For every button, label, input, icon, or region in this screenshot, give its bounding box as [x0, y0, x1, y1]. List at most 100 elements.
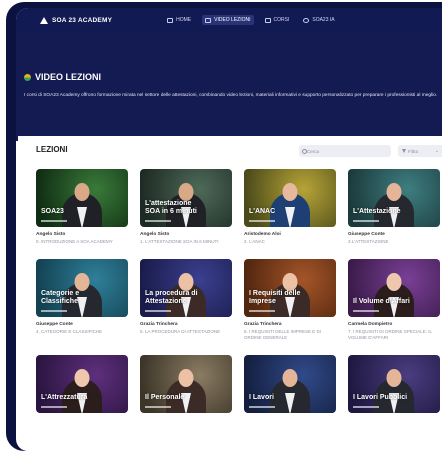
instructor-head — [282, 369, 298, 387]
lesson-author: Giuseppe Conte — [348, 232, 385, 237]
brand-logo[interactable]: SOA 23 ACADEMY — [40, 16, 113, 24]
thumbnail-subline — [353, 220, 379, 222]
lesson-card[interactable]: I Lavori Pubblici — [348, 355, 440, 418]
page-title-text: VIDEO LEZIONI — [35, 72, 102, 82]
filter-dropdown[interactable]: Filtra ⌄ — [398, 145, 442, 157]
lesson-card[interactable]: Il Personale — [140, 355, 232, 418]
home-icon — [167, 17, 174, 23]
thumbnail-subline — [353, 310, 379, 312]
main-nav: HOME VIDEO LEZIONI CORSI SOA23 IA — [164, 15, 337, 25]
nav-soa23-ia[interactable]: SOA23 IA — [300, 15, 337, 25]
lesson-thumbnail[interactable]: I Requisiti delle Imprese — [244, 259, 336, 317]
lesson-title: 7. I REQUISITI DI ORDINE SPECIALE: IL VO… — [348, 329, 432, 340]
nav-corsi-label: CORSI — [273, 17, 290, 23]
lesson-author: Angelo Sisto — [140, 232, 170, 237]
top-navigation-bar: SOA 23 ACADEMY HOME VIDEO LEZIONI CORSI — [16, 8, 442, 32]
lesson-author: Aristodemo Aloi — [244, 232, 281, 237]
lesson-thumbnail[interactable]: La procedura di Attestazione — [140, 259, 232, 317]
lesson-thumbnail[interactable]: Categorie e Classifiche — [36, 259, 128, 317]
instructor-head — [282, 273, 298, 291]
thumbnail-subline — [145, 406, 171, 408]
globe-icon — [303, 17, 310, 23]
thumbnail-subline — [249, 220, 275, 222]
thumbnail-title: I Requisiti delle Imprese — [249, 290, 301, 305]
lesson-thumbnail[interactable]: Il Volume d'Affari — [348, 259, 440, 317]
instructor-head — [74, 273, 90, 291]
lesson-card[interactable]: Categorie e Classifiche Giuseppe Conte 4… — [36, 259, 128, 341]
thumbnail-subline — [353, 406, 379, 408]
search-input[interactable]: Cerca — [299, 145, 391, 157]
instructor-head — [178, 273, 194, 291]
filter-label: Filtra — [408, 148, 418, 154]
lesson-card[interactable]: I Requisiti delle Imprese Grazia Trinche… — [244, 259, 336, 341]
instructor-head — [386, 369, 402, 387]
app-screen: SOA 23 ACADEMY HOME VIDEO LEZIONI CORSI — [16, 8, 442, 451]
nav-home-label: HOME — [176, 17, 192, 23]
brand-logo-icon — [40, 16, 48, 24]
nav-video-lezioni-label: VIDEO LEZIONI — [214, 17, 251, 23]
lesson-card[interactable]: L'Attrezzatura — [36, 355, 128, 418]
lesson-card[interactable]: SOA23 Angelo Sisto 0. INTRODUZIONE A SOA… — [36, 169, 128, 245]
filter-icon — [402, 149, 406, 153]
instructor-head — [178, 183, 194, 201]
thumbnail-title: I Lavori — [249, 393, 274, 401]
nav-home[interactable]: HOME — [164, 15, 194, 25]
nav-soa23-ia-label: SOA23 IA — [312, 17, 335, 23]
thumbnail-title: L'Attrezzatura — [41, 393, 88, 401]
lesson-card[interactable]: L'attestazione SOA in 6 minuti Angelo Si… — [140, 169, 232, 245]
thumbnail-subline — [41, 310, 67, 312]
lesson-thumbnail[interactable]: L'attestazione SOA in 6 minuti — [140, 169, 232, 227]
lesson-card[interactable]: L'ANAC Aristodemo Aloi 2. L'ANAC — [244, 169, 336, 245]
lesson-title: 5. LA PROCEDURA DI ATTESTAZIONE — [140, 329, 221, 334]
search-placeholder: Cerca — [307, 148, 320, 154]
lesson-card[interactable]: L'Attestazione Giuseppe Conte 3.L'ATTEST… — [348, 169, 440, 245]
lesson-title: 2. L'ANAC — [244, 239, 265, 244]
lesson-thumbnail[interactable]: L'Attestazione — [348, 169, 440, 227]
lesson-title: 0. INTRODUZIONE A SOA ACADEMY — [36, 239, 113, 244]
lessons-panel: LEZIONI Cerca Filtra ⌄ SOA23 Angelo Sist… — [18, 136, 442, 451]
lesson-card[interactable]: I Lavori — [244, 355, 336, 418]
thumbnail-title: Il Volume d'Affari — [353, 297, 410, 305]
search-icon — [302, 149, 307, 154]
instructor-head — [178, 369, 194, 387]
lesson-title: 1. L'ATTESTAZIONE SOA IN 6 MINUTI — [140, 239, 219, 244]
thumbnail-subline — [41, 406, 67, 408]
lesson-thumbnail[interactable]: I Lavori Pubblici — [348, 355, 440, 413]
monitor-icon — [264, 17, 271, 23]
thumbnail-title: I Lavori Pubblici — [353, 393, 408, 401]
chevron-down-icon: ⌄ — [434, 148, 439, 154]
page-title: VIDEO LEZIONI — [24, 72, 101, 82]
thumbnail-title: Il Personale — [145, 393, 185, 401]
thumbnail-subline — [41, 220, 67, 222]
lesson-author: Angelo Sisto — [36, 232, 66, 237]
thumbnail-subline — [145, 310, 171, 312]
lesson-title: 6. I REQUISITI DELLE IMPRESE E DI ORDINE… — [244, 329, 322, 340]
lesson-card[interactable]: Il Volume d'Affari Carmela Dompietro 7. … — [348, 259, 440, 341]
lesson-grid: SOA23 Angelo Sisto 0. INTRODUZIONE A SOA… — [36, 169, 442, 418]
lesson-card[interactable]: La procedura di Attestazione Grazia Trin… — [140, 259, 232, 341]
nav-corsi[interactable]: CORSI — [262, 15, 293, 25]
hero-banner: VIDEO LEZIONI I corsi di SOA23 Academy o… — [16, 32, 442, 141]
lesson-thumbnail[interactable]: I Lavori — [244, 355, 336, 413]
lesson-title: 4. CATEGORIE E CLASSIFICHE — [36, 329, 103, 334]
instructor-head — [282, 183, 298, 201]
device-frame: SOA 23 ACADEMY HOME VIDEO LEZIONI CORSI — [6, 2, 442, 451]
thumbnail-title: L'ANAC — [249, 207, 276, 215]
instructor-head — [386, 183, 402, 201]
lesson-thumbnail[interactable]: SOA23 — [36, 169, 128, 227]
thumbnail-title: La procedura di Attestazione — [145, 290, 198, 305]
nav-video-lezioni[interactable]: VIDEO LEZIONI — [202, 15, 254, 25]
lesson-thumbnail[interactable]: L'ANAC — [244, 169, 336, 227]
video-icon — [205, 17, 212, 23]
brand-name: SOA 23 ACADEMY — [52, 16, 113, 24]
lesson-thumbnail[interactable]: L'Attrezzatura — [36, 355, 128, 413]
lesson-author: Grazia Trinchera — [244, 322, 282, 327]
lesson-thumbnail[interactable]: Il Personale — [140, 355, 232, 413]
lesson-title: 3.L'ATTESTAZIONE — [348, 239, 389, 244]
thumbnail-subline — [249, 310, 275, 312]
medal-icon — [24, 73, 31, 81]
thumbnail-title: Categorie e Classifiche — [41, 290, 80, 305]
thumbnail-title: L'Attestazione — [353, 207, 401, 215]
thumbnail-subline — [249, 406, 275, 408]
thumbnail-subline — [145, 220, 171, 222]
